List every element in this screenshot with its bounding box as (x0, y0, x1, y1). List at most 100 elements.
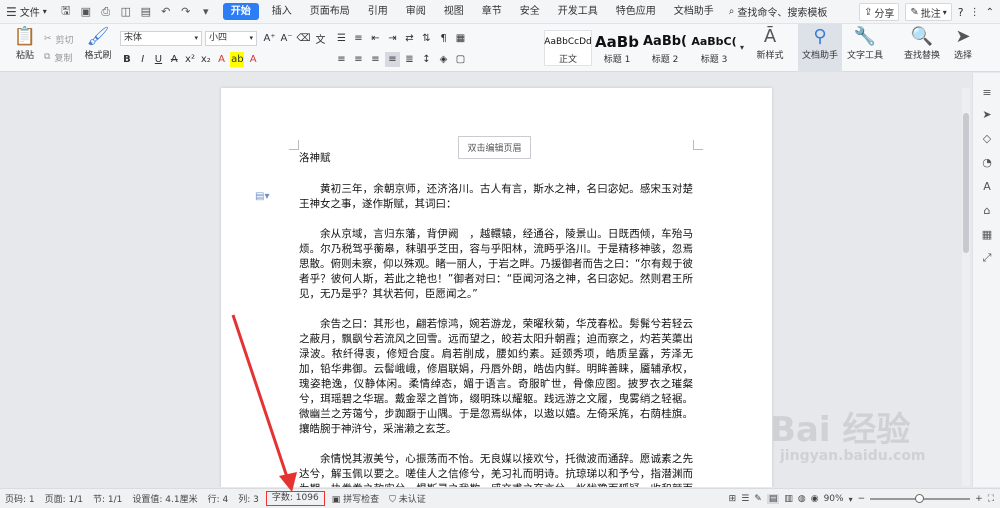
highlight-icon[interactable]: ab (230, 52, 245, 67)
file-menu-button[interactable]: ☰ 文件 ▾ (0, 0, 53, 24)
tab-doc-helper[interactable]: 文档助手 (665, 0, 723, 24)
cut-button[interactable]: ✂ 剪切 (44, 30, 82, 48)
undo-icon[interactable]: ↶ (157, 3, 175, 21)
increase-indent-icon[interactable]: ⇥ (385, 31, 400, 46)
paste-button[interactable]: 📋 粘贴 (6, 24, 44, 62)
distributed-icon[interactable]: ≣ (402, 52, 417, 67)
tab-security[interactable]: 安全 (511, 0, 549, 24)
command-search[interactable]: ⌕ 查找命令、搜索模板 (723, 4, 834, 19)
more-options-icon[interactable]: ⋮ (970, 7, 980, 18)
tab-review[interactable]: 审阅 (397, 0, 435, 24)
zoom-slider-knob[interactable] (915, 494, 925, 503)
read-view-icon[interactable]: ▥ (784, 494, 793, 504)
tab-view[interactable]: 视图 (435, 0, 473, 24)
chevron-down-icon[interactable]: ▾ (849, 495, 853, 504)
collapse-ribbon-icon[interactable]: ⌃ (986, 7, 994, 18)
status-page-number[interactable]: 页码: 1 (0, 492, 40, 505)
cursor-select-icon[interactable]: ➤ (980, 107, 994, 121)
write-mode-icon[interactable]: ✎ (754, 494, 762, 504)
redo-icon[interactable]: ↷ (177, 3, 195, 21)
page-view-icon[interactable]: ▤ (766, 494, 780, 504)
help-icon[interactable]: ? (958, 6, 964, 19)
align-left-icon[interactable]: ≡ (334, 52, 349, 67)
doc-helper-button[interactable]: ⚲ 文档助手 (798, 24, 842, 62)
translate-icon[interactable]: ⌂ (980, 203, 994, 217)
spell-check-button[interactable]: ▣ 拼写检查 (327, 492, 384, 505)
outline-icon[interactable]: ⊞ (729, 494, 737, 504)
tab-page-layout[interactable]: 页面布局 (301, 0, 359, 24)
tab-developer[interactable]: 开发工具 (549, 0, 607, 24)
align-justify-icon[interactable]: ≡ (385, 52, 400, 67)
tab-special-apps[interactable]: 特色应用 (607, 0, 665, 24)
chinese-layout-icon[interactable]: ⇄ (402, 31, 417, 46)
document-page[interactable]: 双击编辑页眉 洛神赋 黄初三年，余朝京师，还济洛川。古人有言，斯水之神，名曰宓妃… (221, 88, 772, 487)
clear-format-icon[interactable]: ⌫ (296, 31, 311, 46)
underline-icon[interactable]: U (152, 52, 166, 67)
save-icon[interactable]: 🖫 (57, 3, 75, 21)
status-section[interactable]: 节: 1/1 (88, 492, 127, 505)
style-heading-3[interactable]: AaBbC( 标题 3 (690, 30, 738, 66)
tab-references[interactable]: 引用 (359, 0, 397, 24)
align-right-icon[interactable]: ≡ (368, 52, 383, 67)
style-normal[interactable]: AaBbCcDd 正文 (544, 30, 592, 66)
subscript-icon[interactable]: x₂ (199, 52, 213, 67)
print-icon[interactable]: ⎙ (97, 3, 115, 21)
select-button[interactable]: ➤ 选择 (948, 24, 978, 62)
zoom-out-icon[interactable]: − (858, 494, 866, 504)
font-name-select[interactable]: 宋体 ▾ (120, 31, 202, 46)
sort-icon[interactable]: ⇅ (419, 31, 434, 46)
document-body[interactable]: 洛神赋 黄初三年，余朝京师，还济洛川。古人有言，斯水之神，名曰宓妃。感宋玉对楚王… (299, 151, 693, 487)
format-painter-button[interactable]: 🖌 格式刷 (82, 24, 114, 62)
phonetic-icon[interactable]: 文 (313, 31, 328, 46)
share-button[interactable]: ⇪ 分享 (858, 3, 900, 21)
strikethrough-icon[interactable]: A (167, 52, 181, 67)
font-color-icon[interactable]: A (215, 52, 229, 67)
print-preview-icon[interactable]: ◫ (117, 3, 135, 21)
eye-protect-icon[interactable]: ◉ (811, 494, 819, 504)
bold-icon[interactable]: B (120, 52, 134, 67)
superscript-icon[interactable]: x² (183, 52, 197, 67)
open-folder-icon[interactable]: ▣ (77, 3, 95, 21)
tab-home[interactable]: 开始 (222, 3, 259, 20)
comment-button[interactable]: ✎ 批注 ▾ (905, 3, 952, 21)
find-replace-button[interactable]: 🔍 查找替换 (900, 24, 944, 62)
status-row[interactable]: 行: 4 (203, 492, 234, 505)
sidebar-toggle-icon[interactable]: ≡ (980, 85, 994, 99)
certify-button[interactable]: ⛉ 未认证 (384, 492, 431, 505)
align-center-icon[interactable]: ≡ (351, 52, 366, 67)
status-word-count[interactable]: 字数: 1096 (265, 491, 325, 506)
zoom-slider[interactable] (870, 494, 971, 503)
status-pages[interactable]: 页面: 1/1 (40, 492, 88, 505)
fit-window-icon[interactable]: ⛶ (988, 494, 994, 504)
web-view-icon[interactable]: ◍ (798, 494, 806, 504)
vertical-scrollbar[interactable] (962, 88, 970, 486)
text-icon[interactable]: A (980, 179, 994, 193)
text-effect-icon[interactable]: A (246, 52, 260, 67)
bullet-list-icon[interactable]: ☰ (334, 31, 349, 46)
quick-access-more-icon[interactable]: ▾ (197, 3, 215, 21)
copy-button[interactable]: ⧉ 复制 (44, 48, 82, 66)
numbered-list-icon[interactable]: ≡ (351, 31, 366, 46)
show-marks-icon[interactable]: ¶ (436, 31, 451, 46)
shrink-font-icon[interactable]: A⁻ (279, 31, 294, 46)
zoom-in-icon[interactable]: + (975, 494, 983, 504)
status-column[interactable]: 列: 3 (233, 492, 264, 505)
tab-insert[interactable]: 插入 (263, 0, 301, 24)
new-style-button[interactable]: Ā 新样式 (752, 24, 788, 62)
text-tools-button[interactable]: 🔧 文字工具 (844, 24, 886, 62)
zoom-value[interactable]: 90% (824, 494, 844, 504)
style-icon[interactable]: ◔ (980, 155, 994, 169)
shapes-icon[interactable]: ◇ (980, 131, 994, 145)
style-heading-1[interactable]: AaBb 标题 1 (594, 30, 640, 66)
line-spacing-icon[interactable]: ↕ (419, 52, 434, 67)
layout-icon[interactable]: ▦ (980, 227, 994, 241)
hide-panel-icon[interactable]: ☰ (741, 494, 749, 504)
paragraph-handle-icon[interactable]: ▤▾ (255, 191, 269, 202)
decrease-indent-icon[interactable]: ⇤ (368, 31, 383, 46)
table-icon[interactable]: ▦ (453, 31, 468, 46)
italic-icon[interactable]: I (136, 52, 150, 67)
shading-icon[interactable]: ◈ (436, 52, 451, 67)
font-size-select[interactable]: 小四 ▾ (205, 31, 257, 46)
grow-font-icon[interactable]: A⁺ (262, 31, 277, 46)
style-heading-2[interactable]: AaBb( 标题 2 (642, 30, 688, 66)
